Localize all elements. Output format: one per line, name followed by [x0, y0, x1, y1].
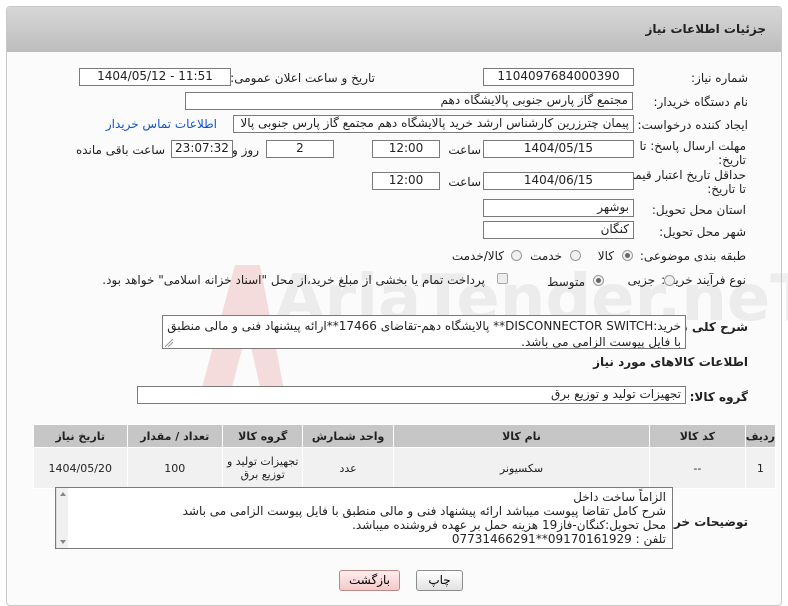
- category-option-goods-service: کالا/خدمت: [451, 249, 504, 263]
- buyer-notes-line: محل تحویل:کنگان-فاز19 هزینه حمل بر عهده …: [352, 518, 666, 532]
- goods-section-title: اطلاعات کالاهای مورد نیاز: [593, 355, 748, 369]
- buyer-org-field: مجتمع گاز پارس جنوبی پالایشگاه دهم: [185, 92, 633, 110]
- need-number-label: شماره نیاز:: [691, 71, 748, 85]
- cell-qty: 100: [126, 447, 224, 489]
- treasury-payment-note: پرداخت تمام یا بخشی از مبلغ خرید،از محل …: [102, 273, 485, 287]
- need-number-field: 1104097684000390: [483, 68, 634, 86]
- col-date-header: تاریخ نیاز: [33, 424, 128, 448]
- category-option-goods: کالا: [597, 249, 614, 263]
- cell-group: تجهیزات تولید و توزیع برق: [221, 447, 304, 489]
- treasury-payment-checkbox[interactable]: [497, 273, 508, 284]
- process-option-minor: جزیی: [627, 273, 655, 287]
- reply-deadline-date-field: 1404/05/15: [483, 140, 634, 158]
- reply-days-label: روز و: [232, 143, 259, 157]
- table-row: 1 -- سکسیونر عدد تجهیزات تولید و توزیع ب…: [33, 447, 777, 489]
- print-button[interactable]: چاپ: [416, 570, 463, 591]
- category-radio-goods-service[interactable]: [511, 250, 522, 261]
- process-option-medium: متوسط: [547, 275, 585, 289]
- cell-name: سکسیونر: [392, 447, 651, 489]
- announce-datetime-label: تاریخ و ساعت اعلان عمومی:: [230, 71, 375, 85]
- price-validity-date-field: 1404/06/15: [483, 172, 634, 190]
- col-qty-header: تعداد / مقدار: [126, 424, 224, 448]
- reply-days-field: 2: [266, 140, 334, 158]
- remaining-time-field: 23:07:32: [171, 140, 233, 158]
- col-name-header: نام کالا: [392, 424, 651, 448]
- description-field: خرید:DISCONNECTOR SWITCH** پالایشگاه دهم…: [162, 315, 686, 349]
- province-field: بوشهر: [483, 199, 634, 217]
- goods-table: ردیف کد کالا نام کالا واحد شمارش گروه کا…: [33, 424, 777, 489]
- cell-code: --: [649, 447, 746, 489]
- process-radio-minor[interactable]: [664, 275, 675, 286]
- process-radio-medium[interactable]: [593, 275, 604, 286]
- cell-row: 1: [744, 447, 777, 489]
- buyer-notes-field: الزاماً ساخت داخل شرح کامل تقاضا پیوست م…: [55, 487, 673, 549]
- col-code-header: کد کالا: [649, 424, 746, 448]
- cell-date: 1404/05/20: [33, 447, 128, 489]
- requester-label: ایجاد کننده درخواست:: [637, 118, 748, 132]
- province-label: استان محل تحویل:: [651, 203, 746, 217]
- category-radio-goods[interactable]: [622, 250, 633, 261]
- scroll-arrows-icon: [60, 492, 66, 544]
- price-validity-time-label: ساعت: [448, 175, 481, 189]
- back-button[interactable]: بازگشت: [339, 570, 400, 591]
- category-label: طبقه بندی موضوعی:: [639, 249, 746, 263]
- city-field: کنگان: [483, 221, 634, 239]
- reply-deadline-label-date: تاریخ:: [718, 153, 746, 167]
- buyer-contact-link[interactable]: اطلاعات تماس خریدار: [106, 117, 217, 131]
- buyer-org-label: نام دستگاه خریدار:: [653, 95, 749, 109]
- reply-deadline-label: مهلت ارسال پاسخ: تا: [639, 139, 746, 153]
- announce-datetime-field: 1404/05/12 - 11:51: [79, 68, 231, 86]
- cell-unit: عدد: [302, 447, 394, 489]
- category-option-service: خدمت: [530, 249, 562, 263]
- price-validity-label: حداقل تاریخ اعتبار قیمت:: [619, 168, 746, 182]
- reply-deadline-time-label: ساعت: [448, 143, 481, 157]
- buyer-notes-line: الزاماً ساخت داخل: [573, 490, 666, 504]
- buyer-notes-line: تلفن : 09170161929**07731466291: [451, 532, 666, 546]
- price-validity-label-date: تا تاریخ:: [707, 182, 746, 196]
- col-group-header: گروه کالا: [221, 424, 304, 448]
- table-header-row: ردیف کد کالا نام کالا واحد شمارش گروه کا…: [33, 424, 777, 448]
- goods-group-field: تجهیزات تولید و توزیع برق: [137, 386, 686, 404]
- col-row-header: ردیف: [744, 424, 777, 448]
- remaining-time-label: ساعت باقی مانده: [75, 143, 165, 157]
- page-title: جزئیات اطلاعات نیاز: [645, 22, 766, 36]
- goods-table-wrap: ردیف کد کالا نام کالا واحد شمارش گروه کا…: [33, 424, 777, 489]
- price-validity-time-field: 12:00: [372, 172, 440, 190]
- reply-deadline-time-field: 12:00: [372, 140, 440, 158]
- resize-grip-icon[interactable]: [165, 339, 173, 347]
- col-unit-header: واحد شمارش: [302, 424, 394, 448]
- buyer-notes-scrollbar[interactable]: [56, 488, 68, 548]
- buyer-notes-line: شرح کامل تقاضا پیوست میباشد ارائه پیشنها…: [182, 504, 666, 518]
- city-label: شهر محل تحویل:: [659, 225, 746, 239]
- requester-field: پیمان چترزرین کارشناس ارشد خرید پالایشگا…: [233, 115, 634, 133]
- goods-group-label: گروه کالا:: [689, 390, 748, 404]
- category-radio-service[interactable]: [570, 250, 581, 261]
